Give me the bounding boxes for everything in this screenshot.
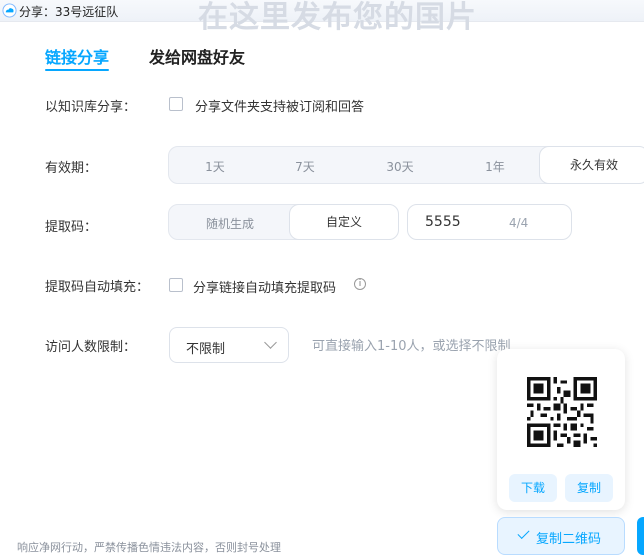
validity-option-7days[interactable]: 7天 bbox=[269, 158, 341, 175]
visitor-limit-hint: 可直接输入1-10人，或选择不限制 bbox=[312, 339, 511, 354]
extract-code-mode-selector: 随机生成 自定义 bbox=[168, 204, 399, 240]
primary-action-button-edge[interactable] bbox=[637, 517, 644, 555]
chevron-down-icon bbox=[264, 336, 277, 349]
knowledge-share-checkbox[interactable] bbox=[169, 97, 183, 111]
extract-code-input[interactable]: 5555 4/4 bbox=[407, 204, 572, 240]
extract-code-random-option[interactable]: 随机生成 bbox=[187, 215, 273, 232]
download-qr-button[interactable]: 下载 bbox=[509, 474, 557, 502]
visitor-limit-label: 访问人数限制： bbox=[45, 340, 137, 355]
window-title: 分享：33号远征队 bbox=[19, 5, 119, 19]
check-icon bbox=[517, 526, 530, 540]
cloud-drive-icon bbox=[2, 3, 17, 18]
validity-option-1day[interactable]: 1天 bbox=[179, 158, 251, 175]
validity-option-permanent[interactable]: 永久有效 bbox=[539, 146, 644, 184]
validity-option-30days[interactable]: 30天 bbox=[364, 158, 436, 175]
active-tab-indicator bbox=[45, 69, 109, 71]
extract-code-label: 提取码： bbox=[45, 220, 98, 235]
copy-qr-small-button[interactable]: 复制 bbox=[565, 474, 613, 502]
autofill-text: 分享链接自动填充提取码 bbox=[193, 281, 337, 296]
footer-note: 响应净网行动，严禁传播色情违法内容，否则封号处理 bbox=[17, 541, 281, 554]
visitor-limit-select[interactable]: 不限制 bbox=[169, 327, 289, 363]
qr-code-image bbox=[527, 377, 597, 447]
extract-code-value[interactable]: 5555 bbox=[425, 214, 461, 230]
extract-code-custom-option[interactable]: 自定义 bbox=[289, 204, 399, 240]
copy-qr-code-label: 复制二维码 bbox=[536, 532, 602, 547]
tab-link-share[interactable]: 链接分享 bbox=[45, 44, 109, 68]
visitor-limit-value: 不限制 bbox=[186, 342, 226, 357]
validity-label: 有效期： bbox=[45, 161, 98, 176]
knowledge-share-text: 分享文件夹支持被订阅和回答 bbox=[195, 100, 365, 115]
validity-option-1year[interactable]: 1年 bbox=[459, 158, 531, 175]
tab-send-to-friends[interactable]: 发给网盘好友 bbox=[149, 44, 245, 68]
extract-code-counter: 4/4 bbox=[509, 216, 529, 230]
autofill-label: 提取码自动填充： bbox=[45, 280, 150, 295]
qr-code-panel: 下载 复制 bbox=[497, 349, 625, 510]
info-icon[interactable]: i bbox=[354, 278, 366, 290]
knowledge-share-label: 以知识库分享： bbox=[45, 100, 137, 115]
validity-selector: 1天 7天 30天 1年 永久有效 bbox=[168, 146, 644, 184]
banner-text: 在这里发布您的国片 bbox=[198, 0, 477, 35]
autofill-checkbox[interactable] bbox=[169, 278, 183, 292]
copy-qr-code-button[interactable]: 复制二维码 bbox=[497, 517, 625, 555]
title-bar: 在这里发布您的国片 分享：33号远征队 bbox=[0, 0, 644, 35]
